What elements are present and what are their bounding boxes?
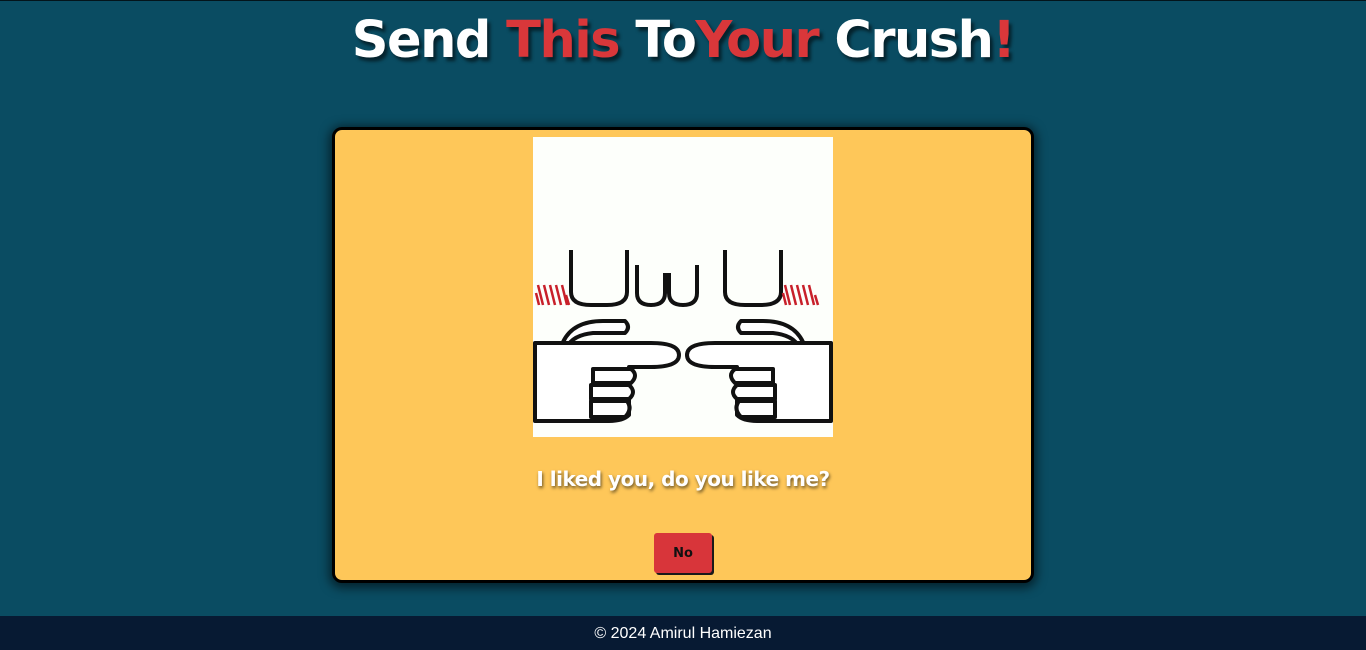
title-part-exclamation: ! [992, 11, 1015, 70]
copyright-text: © 2024 Amirul Hamiezan [594, 625, 772, 642]
title-part-this: This [506, 11, 620, 70]
title-part-crush: Crush [818, 11, 994, 70]
uwu-pointing-fingers-gif [533, 137, 833, 437]
title-part-to: To [619, 11, 697, 70]
no-button[interactable]: No [654, 533, 712, 573]
uwu-image [533, 137, 833, 437]
question-text: I liked you, do you like me? [536, 467, 830, 491]
title-part-your: Your [695, 11, 819, 70]
title-part-send: Send [351, 11, 507, 70]
crush-card: I liked you, do you like me? No [332, 127, 1034, 583]
page-title: Send This ToYour Crush! [0, 11, 1366, 71]
footer: © 2024 Amirul Hamiezan [0, 616, 1366, 650]
